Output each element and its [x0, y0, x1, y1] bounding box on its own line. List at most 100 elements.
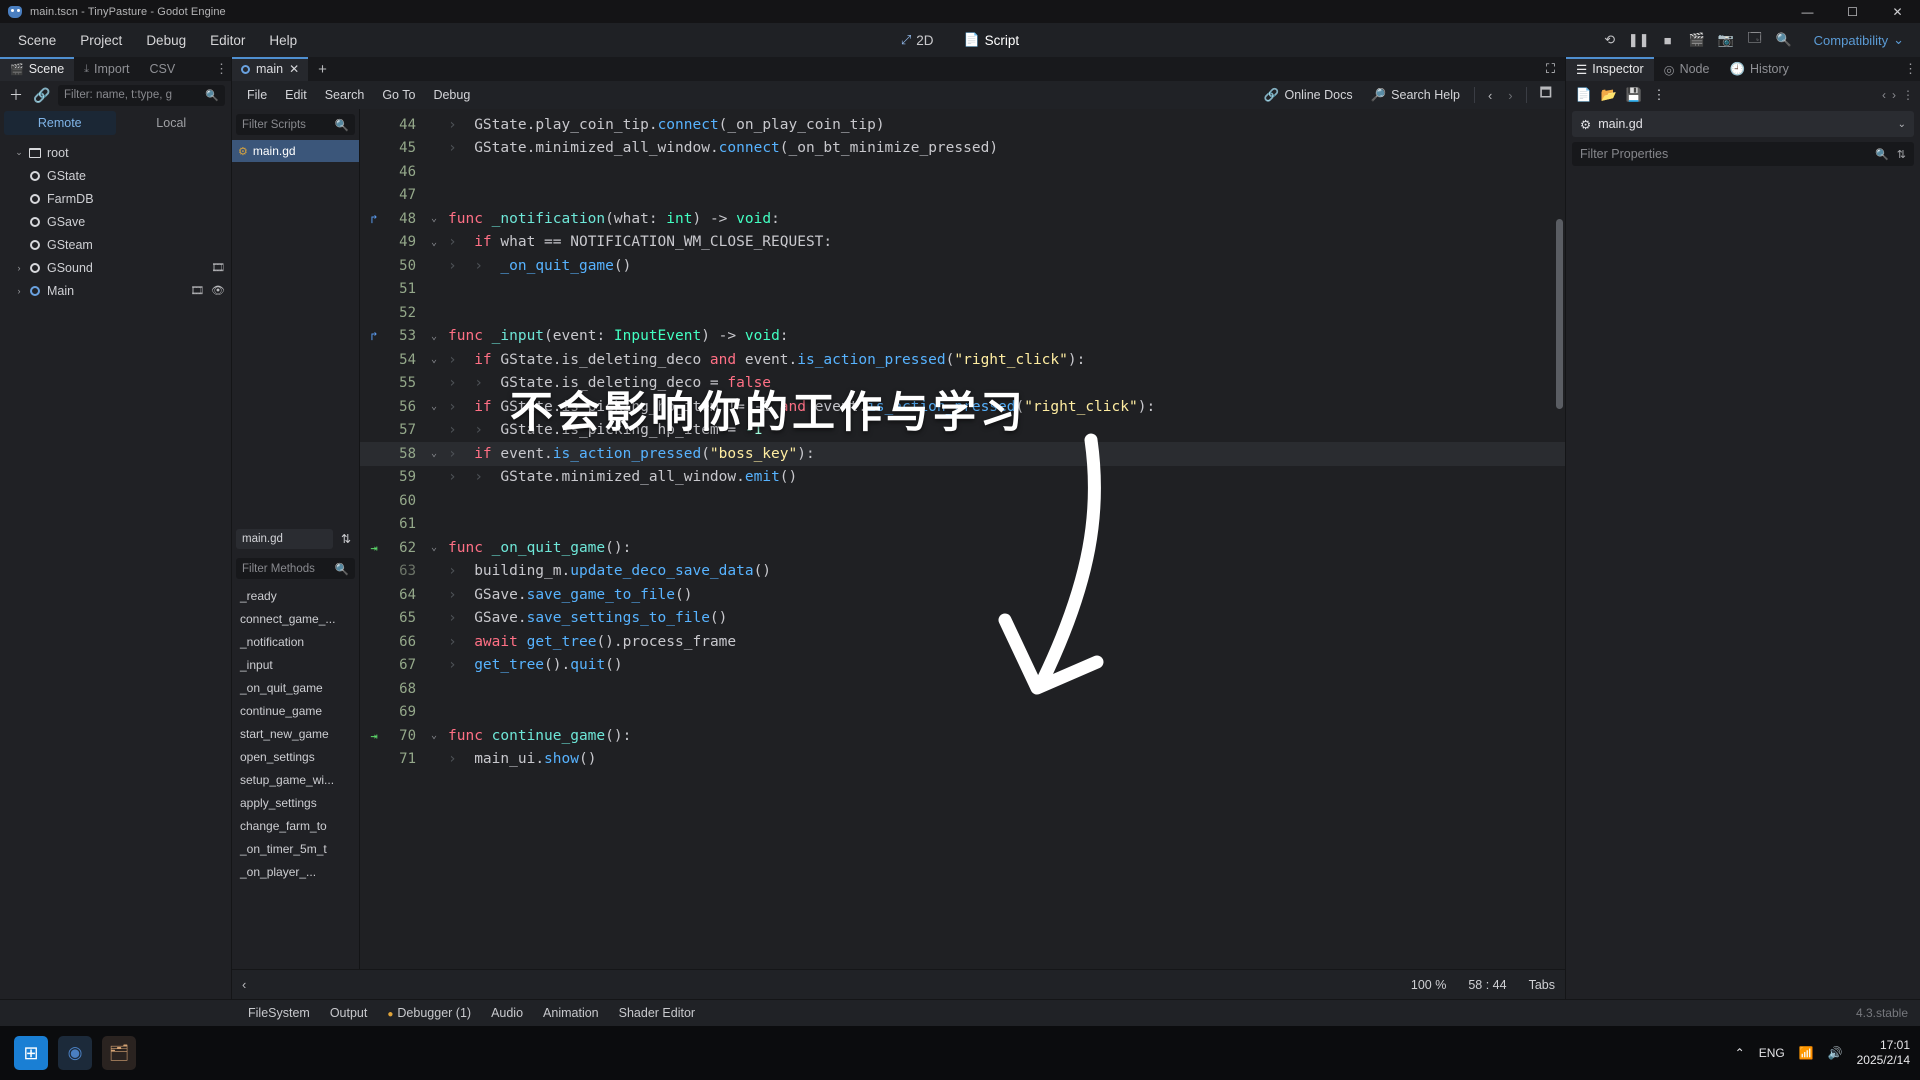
code-line[interactable]: 65 › GSave.save_settings_to_file(): [360, 607, 1565, 631]
code-line[interactable]: 61: [360, 513, 1565, 537]
code-line[interactable]: ↱ 53 ⌄ func _input(event: InputEvent) -> vo…: [360, 325, 1565, 349]
code-line[interactable]: 46: [360, 160, 1565, 184]
inspected-object[interactable]: ⚙ main.gd ⌄: [1572, 111, 1914, 137]
volume-icon[interactable]: 🔊: [1828, 1046, 1843, 1060]
sort-icon[interactable]: ⇅: [337, 530, 355, 548]
bottom-output[interactable]: Output: [320, 1003, 378, 1023]
code-line[interactable]: 49 ⌄ › if what == NOTIFICATION_WM_CLOSE_RE…: [360, 231, 1565, 255]
code-line[interactable]: 56 ⌄ › if GState.is_picking_hp_item != -1 …: [360, 395, 1565, 419]
filter-scripts-input[interactable]: Filter Scripts 🔍: [236, 114, 355, 135]
script-menu-search[interactable]: Search: [316, 85, 374, 105]
tree-row-gsteam[interactable]: GSteam: [0, 233, 231, 256]
tab-scene[interactable]: 🎬 Scene: [0, 57, 75, 81]
reload-icon[interactable]: ⟲: [1597, 28, 1623, 52]
script-menu-debug[interactable]: Debug: [424, 85, 479, 105]
fold-toggle-icon[interactable]: ⌄: [424, 401, 444, 412]
code-editor[interactable]: 44 › GState.play_coin_tip.connect(_on_pla…: [360, 109, 1565, 969]
code-line[interactable]: 45 › GState.minimized_all_window.connect(…: [360, 137, 1565, 161]
wifi-icon[interactable]: 📶: [1799, 1046, 1814, 1060]
code-line[interactable]: 60: [360, 489, 1565, 513]
code-line[interactable]: 52: [360, 301, 1565, 325]
bottom-audio[interactable]: Audio: [481, 1003, 533, 1023]
eye-icon[interactable]: 👁: [211, 284, 225, 297]
inspector-dock-menu-icon[interactable]: ⋮: [1904, 61, 1917, 77]
inspector-forward-button[interactable]: ›: [1892, 88, 1896, 102]
file-explorer-icon[interactable]: 🗂: [102, 1036, 136, 1070]
pause-icon[interactable]: ❚❚: [1626, 28, 1652, 52]
code-line[interactable]: ↱ 48 ⌄ func _notification(what: int) -> voi…: [360, 207, 1565, 231]
code-line[interactable]: 58 ⌄ › if event.is_action_pressed("boss_ke…: [360, 442, 1565, 466]
method-item[interactable]: start_new_game: [232, 722, 359, 745]
search-help-button[interactable]: 🔎 Search Help: [1363, 85, 1468, 106]
filter-options-icon[interactable]: ⇅: [1897, 148, 1906, 161]
signal-icon[interactable]: ↱: [360, 212, 388, 226]
fold-toggle-icon[interactable]: ⌄: [424, 331, 444, 342]
override-icon[interactable]: ⇥: [360, 541, 388, 555]
history-back-button[interactable]: ‹: [1481, 86, 1499, 105]
tab-import[interactable]: ⤓ Import: [74, 57, 139, 81]
menu-editor[interactable]: Editor: [200, 29, 255, 52]
method-item[interactable]: _notification: [232, 630, 359, 653]
inspector-filter-input[interactable]: Filter Properties 🔍 ⇅: [1572, 142, 1914, 166]
script-menu-goto[interactable]: Go To: [373, 85, 424, 105]
method-item[interactable]: apply_settings: [232, 791, 359, 814]
method-item[interactable]: change_farm_to: [232, 814, 359, 837]
code-line[interactable]: 68: [360, 677, 1565, 701]
method-item[interactable]: _input: [232, 653, 359, 676]
code-line[interactable]: 50 › › _on_quit_game(): [360, 254, 1565, 278]
fold-toggle-icon[interactable]: ⌄: [424, 213, 444, 224]
code-line[interactable]: 64 › GSave.save_game_to_file(): [360, 583, 1565, 607]
tree-row-gstate[interactable]: GState: [0, 164, 231, 187]
expand-icon[interactable]: ⛶: [1546, 61, 1555, 77]
distraction-free-icon[interactable]: 🔍: [1771, 28, 1797, 52]
fold-toggle-icon[interactable]: ⌄: [424, 448, 444, 459]
minimize-button[interactable]: —: [1785, 0, 1830, 23]
method-item[interactable]: _on_timer_5m_t: [232, 837, 359, 860]
link-icon[interactable]: 🔗: [32, 85, 52, 105]
method-item[interactable]: _on_player_...: [232, 860, 359, 883]
close-button[interactable]: ✕: [1875, 0, 1920, 23]
fold-toggle-icon[interactable]: ⌄: [424, 354, 444, 365]
maximize-button[interactable]: ☐: [1830, 0, 1875, 23]
tree-row-gsave[interactable]: GSave: [0, 210, 231, 233]
code-line[interactable]: 54 ⌄ › if GState.is_deleting_deco and even…: [360, 348, 1565, 372]
signal-icon[interactable]: ↱: [360, 329, 388, 343]
fold-toggle-icon[interactable]: ⌄: [424, 237, 444, 248]
code-line[interactable]: 47: [360, 184, 1565, 208]
tab-history[interactable]: 🕘 History: [1719, 57, 1798, 81]
chevron-right-icon[interactable]: ›: [12, 286, 26, 296]
inspector-back-button[interactable]: ‹: [1882, 88, 1886, 102]
method-item[interactable]: continue_game: [232, 699, 359, 722]
godot-taskbar-icon[interactable]: ◉: [58, 1036, 92, 1070]
open-resource-icon[interactable]: 📂: [1599, 85, 1619, 105]
new-script-tab-button[interactable]: +: [308, 61, 337, 78]
menu-debug[interactable]: Debug: [136, 29, 196, 52]
code-line[interactable]: ⇥ 62 ⌄ func _on_quit_game():: [360, 536, 1565, 560]
scene-dock-menu-icon[interactable]: ⋮: [215, 61, 228, 77]
chevron-right-icon[interactable]: ›: [12, 263, 26, 273]
mode-script-button[interactable]: 📄 Script: [955, 29, 1027, 51]
script-list-item-main[interactable]: ⚙ main.gd: [232, 140, 359, 162]
tree-row-root[interactable]: ⌄ root: [0, 141, 231, 164]
online-docs-button[interactable]: 🔗 Online Docs: [1256, 85, 1361, 106]
new-resource-icon[interactable]: 📄: [1574, 85, 1594, 105]
code-line[interactable]: 55 › › GState.is_deleting_deco = false: [360, 372, 1565, 396]
bottom-debugger[interactable]: ● Debugger (1): [377, 1003, 481, 1023]
script-icon[interactable]: 🎞: [190, 284, 204, 297]
override-icon[interactable]: ⇥: [360, 729, 388, 743]
code-line[interactable]: 59 › › GState.minimized_all_window.emit(): [360, 466, 1565, 490]
bottom-filesystem[interactable]: FileSystem: [238, 1003, 320, 1023]
indent-mode[interactable]: Tabs: [1529, 978, 1555, 992]
code-line[interactable]: 67 › get_tree().quit(): [360, 654, 1565, 678]
renderer-selector[interactable]: Compatibility ⌄: [1806, 29, 1912, 51]
remote-button[interactable]: Remote: [4, 111, 116, 135]
bottom-animation[interactable]: Animation: [533, 1003, 609, 1023]
close-icon[interactable]: ✕: [289, 62, 299, 76]
script-menu-edit[interactable]: Edit: [276, 85, 316, 105]
stop-icon[interactable]: ■: [1655, 28, 1681, 52]
save-resource-icon[interactable]: 💾: [1624, 85, 1644, 105]
local-button[interactable]: Local: [116, 111, 228, 135]
method-item[interactable]: _ready: [232, 584, 359, 607]
code-line[interactable]: 71 › main_ui.show(): [360, 748, 1565, 772]
code-line[interactable]: 44 › GState.play_coin_tip.connect(_on_pla…: [360, 113, 1565, 137]
